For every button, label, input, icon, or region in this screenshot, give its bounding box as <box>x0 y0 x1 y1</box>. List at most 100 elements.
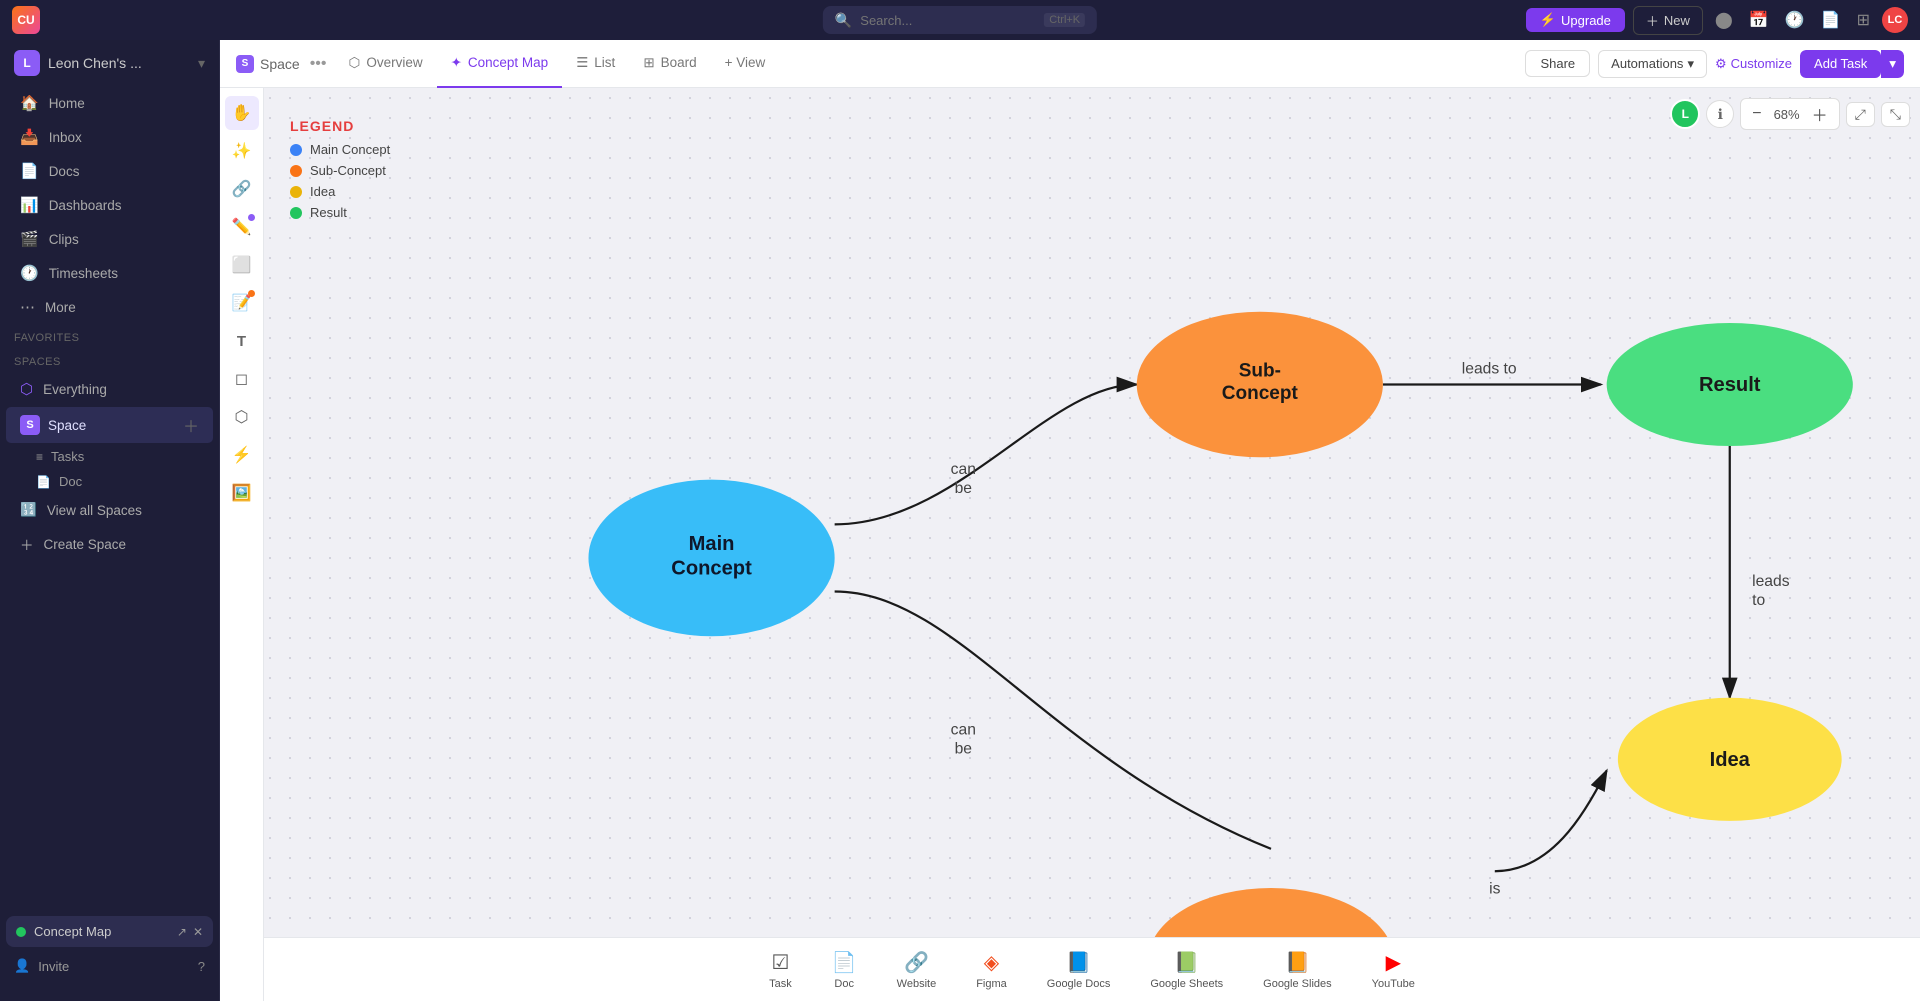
automations-button[interactable]: Automations ▾ <box>1598 50 1707 78</box>
doc-label: Doc <box>834 978 854 990</box>
breadcrumb[interactable]: S Space ••• <box>236 55 327 73</box>
sidebar-item-clips[interactable]: 🎬 Clips <box>6 223 213 255</box>
bottom-tool-task[interactable]: ☑ Task <box>749 942 812 998</box>
sidebar-item-home[interactable]: 🏠 Home <box>6 87 213 119</box>
share-button[interactable]: Share <box>1525 50 1590 77</box>
spaces-label: Spaces <box>0 348 219 372</box>
clips-icon: 🎬 <box>20 230 39 248</box>
search-input[interactable] <box>860 13 1036 28</box>
node-idea-label: Idea <box>1710 749 1751 771</box>
tool-eraser[interactable]: ◻ <box>225 362 259 396</box>
new-button[interactable]: ＋ New <box>1633 6 1703 35</box>
tab-overview[interactable]: ⬡ Overview <box>335 40 437 88</box>
tool-rect[interactable]: ⬜ <box>225 248 259 282</box>
search-bar[interactable]: 🔍 Ctrl+K <box>823 6 1097 34</box>
grid-icon[interactable]: ⊞ <box>1853 10 1874 30</box>
bottom-tool-gsheets[interactable]: 📗 Google Sheets <box>1130 942 1243 998</box>
edge-idea-arrow <box>1495 771 1607 872</box>
canvas-area[interactable]: ✋ ✨ 🔗 ✏️ ⬜ 📝 <box>220 88 1920 1001</box>
magic-icon: ⚡ <box>232 445 252 465</box>
customize-button[interactable]: ⚙ Customize <box>1715 56 1792 72</box>
gdocs-icon: 📘 <box>1066 950 1091 975</box>
sidebar-item-everything[interactable]: ⬡ Everything <box>6 373 213 405</box>
help-icon[interactable]: ? <box>198 959 205 974</box>
edge-label-can-be-upper: can <box>951 461 976 478</box>
tab-concept-map[interactable]: ✦ Concept Map <box>437 40 563 88</box>
user-avatar[interactable]: LC <box>1882 7 1908 33</box>
clock-icon[interactable]: 🕐 <box>1781 10 1809 30</box>
overview-icon: ⬡ <box>349 55 361 71</box>
figma-label: Figma <box>976 978 1007 990</box>
sidebar-item-label: Home <box>49 96 85 111</box>
view-all-spaces[interactable]: 🔢 View all Spaces <box>6 495 213 525</box>
tool-note[interactable]: 📝 <box>225 286 259 320</box>
status-icon[interactable]: ⬤ <box>1711 10 1737 30</box>
home-icon: 🏠 <box>20 94 39 112</box>
search-icon: 🔍 <box>835 12 852 29</box>
sidebar-item-dashboards[interactable]: 📊 Dashboards <box>6 189 213 221</box>
sidebar-item-label: Inbox <box>49 130 82 145</box>
sidebar-item-inbox[interactable]: 📥 Inbox <box>6 121 213 153</box>
sidebar-item-space[interactable]: S Space ••• ＋ <box>6 407 213 443</box>
concept-map-chip[interactable]: Concept Map ↗ ✕ <box>6 916 213 947</box>
add-task-button[interactable]: Add Task <box>1800 50 1881 78</box>
tab-list[interactable]: ☰ List <box>562 40 629 88</box>
upgrade-icon: ⚡ <box>1540 12 1556 28</box>
external-link-icon[interactable]: ↗ <box>177 925 187 939</box>
add-task-dropdown-button[interactable]: ▾ <box>1881 50 1904 78</box>
content: S Space ••• ⬡ Overview ✦ Concept Map ☰ L… <box>220 40 1920 1001</box>
space-badge: S <box>20 415 40 435</box>
breadcrumb-space-label: Space <box>260 56 300 72</box>
sidebar-user[interactable]: L Leon Chen's ... ▾ <box>0 40 219 86</box>
gslides-label: Google Slides <box>1263 978 1332 990</box>
tool-magic[interactable]: ⚡ <box>225 438 259 472</box>
invite-row[interactable]: 👤 Invite ? <box>0 951 219 981</box>
search-shortcut: Ctrl+K <box>1044 13 1085 27</box>
calendar-icon[interactable]: 📅 <box>1745 10 1773 30</box>
close-icon[interactable]: ✕ <box>193 925 203 939</box>
bottom-tool-figma[interactable]: ◈ Figma <box>956 942 1027 998</box>
list-icon: ☰ <box>576 55 588 71</box>
hand-icon: ✋ <box>232 103 252 123</box>
doc-icon: 📄 <box>832 950 857 975</box>
space-label: Space <box>48 418 86 433</box>
concept-map-svg: can be leads to leads to can be lea t <box>264 88 1920 983</box>
doc-sub-icon: 📄 <box>36 475 51 489</box>
everything-icon: ⬡ <box>20 380 33 398</box>
website-icon: 🔗 <box>904 950 929 975</box>
bottom-tool-website[interactable]: 🔗 Website <box>877 942 957 998</box>
space-add-icon[interactable]: ＋ <box>183 413 199 437</box>
link-icon: 🔗 <box>232 179 252 199</box>
sidebar-sub-tasks[interactable]: ≡ Tasks <box>0 444 219 469</box>
sidebar-item-more[interactable]: ⋯ More <box>6 291 213 323</box>
bottom-tool-doc[interactable]: 📄 Doc <box>812 942 877 998</box>
bottom-tool-gdocs[interactable]: 📘 Google Docs <box>1027 942 1131 998</box>
tab-add-view[interactable]: + View <box>711 40 780 88</box>
tool-flow[interactable]: ⬡ <box>225 400 259 434</box>
youtube-icon: ▶ <box>1386 950 1401 975</box>
create-space[interactable]: ＋ Create Space <box>6 527 213 561</box>
ai-icon: ✨ <box>232 141 252 161</box>
rect-icon: ⬜ <box>232 255 252 275</box>
tool-text[interactable]: T <box>225 324 259 358</box>
tool-ai[interactable]: ✨ <box>225 134 259 168</box>
tool-pen[interactable]: ✏️ <box>225 210 259 244</box>
bottom-tool-gslides[interactable]: 📙 Google Slides <box>1243 942 1352 998</box>
sidebar-item-docs[interactable]: 📄 Docs <box>6 155 213 187</box>
user-plus-icon: 👤 <box>14 958 30 974</box>
tool-link[interactable]: 🔗 <box>225 172 259 206</box>
task-icon: ☑ <box>771 950 789 975</box>
tab-board[interactable]: ⊞ Board <box>629 40 710 88</box>
figma-icon: ◈ <box>984 950 999 975</box>
file-icon[interactable]: 📄 <box>1817 10 1845 30</box>
tool-image[interactable]: 🖼️ <box>225 476 259 510</box>
sidebar-sub-doc[interactable]: 📄 Doc <box>0 469 219 494</box>
pen-dot <box>248 214 255 221</box>
upgrade-button[interactable]: ⚡ Upgrade <box>1526 8 1625 32</box>
sidebar-item-label: Dashboards <box>49 198 122 213</box>
view-all-icon: 🔢 <box>20 502 37 518</box>
bottom-tool-youtube[interactable]: ▶ YouTube <box>1352 942 1435 998</box>
tool-select[interactable]: ✋ <box>225 96 259 130</box>
breadcrumb-dots-menu[interactable]: ••• <box>310 55 327 73</box>
sidebar-item-timesheets[interactable]: 🕐 Timesheets <box>6 257 213 289</box>
